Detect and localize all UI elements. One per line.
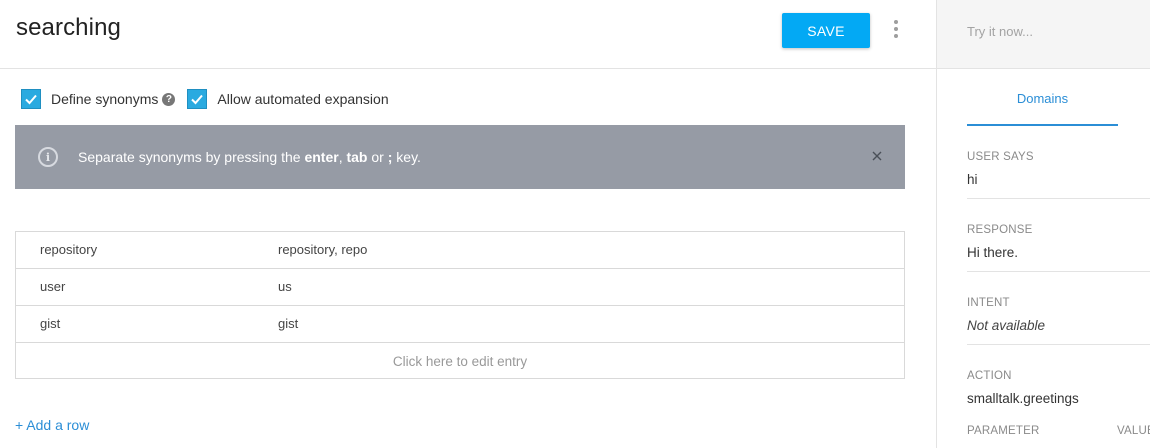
entry-synonyms: gist: [278, 316, 299, 331]
edit-entry-row[interactable]: Click here to edit entry: [16, 343, 904, 379]
synonyms-table: repository repository, repo user us gist…: [15, 231, 905, 379]
table-row[interactable]: user us: [16, 269, 904, 306]
info-icon: i: [38, 147, 58, 167]
save-button[interactable]: SAVE: [782, 13, 870, 48]
parameter-header: PARAMETER: [967, 425, 1040, 437]
tab-domains[interactable]: Domains: [967, 90, 1118, 126]
more-vert-icon[interactable]: [891, 19, 901, 39]
add-row-link[interactable]: + Add a row: [15, 417, 89, 433]
divider: [967, 271, 1150, 272]
define-synonyms-label: Define synonyms: [51, 91, 159, 107]
help-icon[interactable]: ?: [162, 92, 176, 106]
response-label: RESPONSE: [967, 224, 1033, 236]
define-synonyms-checkbox[interactable]: [21, 89, 41, 109]
try-it-box: [937, 0, 1150, 69]
check-icon: [191, 94, 204, 105]
response-value: Hi there.: [967, 245, 1019, 260]
value-header: VALUE: [1117, 425, 1150, 437]
try-it-input[interactable]: [967, 22, 1137, 40]
action-value: smalltalk.greetings: [967, 391, 1079, 406]
test-console: Domains USER SAYS hi RESPONSE Hi there. …: [936, 0, 1150, 448]
info-banner: i Separate synonyms by pressing the ente…: [15, 125, 905, 189]
banner-message: Separate synonyms by pressing the enter,…: [78, 149, 421, 165]
entry-synonyms: us: [278, 279, 292, 294]
entity-title: searching: [16, 14, 121, 41]
intent-value: Not available: [967, 318, 1046, 333]
intent-label: INTENT: [967, 297, 1010, 309]
close-icon[interactable]: [870, 149, 884, 163]
divider: [967, 198, 1150, 199]
key-tab: tab: [346, 149, 368, 165]
user-says-label: USER SAYS: [967, 151, 1034, 163]
entry-value: repository: [40, 242, 98, 257]
table-row[interactable]: repository repository, repo: [16, 232, 904, 269]
editor-header: searching SAVE: [0, 0, 936, 69]
entry-value: gist: [40, 316, 61, 331]
action-label: ACTION: [967, 370, 1012, 382]
key-enter: enter: [304, 149, 339, 165]
allow-expansion-checkbox[interactable]: [187, 89, 208, 109]
user-says-value: hi: [967, 172, 978, 187]
entry-value: user: [40, 279, 66, 294]
entry-synonyms: repository, repo: [278, 242, 368, 257]
table-row[interactable]: gist gist: [16, 306, 904, 343]
allow-expansion-label: Allow automated expansion: [217, 91, 389, 107]
divider: [967, 344, 1150, 345]
entity-options: Define synonyms ? Allow automated expans…: [21, 88, 389, 110]
check-icon: [25, 94, 37, 105]
entity-editor: searching SAVE Define synonyms ? Allow a…: [0, 0, 936, 448]
